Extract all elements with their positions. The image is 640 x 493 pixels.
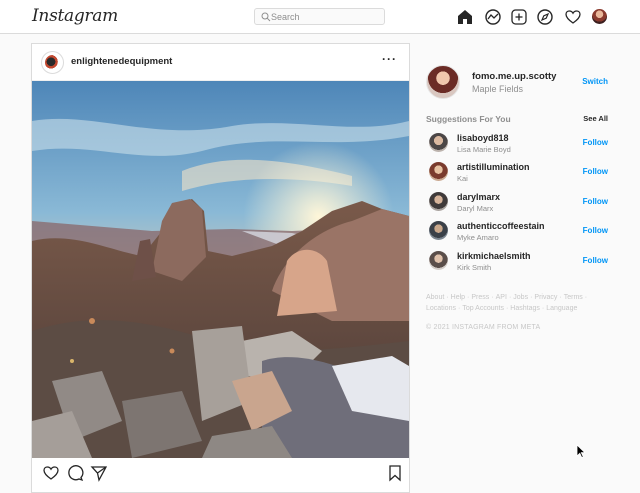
copyright-text: © 2021 INSTAGRAM FROM META — [426, 324, 541, 331]
footer-link[interactable]: API — [496, 294, 507, 301]
suggestion-item: darylmarx Daryl Marx Follow — [426, 189, 608, 215]
suggestion-username[interactable]: darylmarx — [457, 192, 500, 202]
search-box[interactable] — [254, 8, 385, 25]
suggestion-item: lisaboyd818 Lisa Marie Boyd Follow — [426, 130, 608, 156]
current-user-username[interactable]: fomo.me.up.scotty — [472, 71, 556, 82]
suggestion-item: kirkmichaelsmith Kirk Smith Follow — [426, 248, 608, 274]
suggestion-username[interactable]: lisaboyd818 — [457, 133, 509, 143]
suggestion-name: Daryl Marx — [457, 204, 494, 213]
footer-link[interactable]: Locations — [426, 305, 456, 312]
suggestion-username[interactable]: kirkmichaelsmith — [457, 251, 531, 261]
footer-link[interactable]: Hashtags — [510, 305, 540, 312]
compass-icon[interactable] — [536, 8, 554, 26]
post-header: enlightenedequipment ··· — [32, 44, 409, 81]
suggestion-name: Myke Amaro — [457, 233, 499, 242]
see-all-link[interactable]: See All — [583, 114, 608, 123]
footer-link[interactable]: Jobs — [513, 294, 528, 301]
suggestion-item: authenticcoffeestain Myke Amaro Follow — [426, 218, 608, 244]
mountain-sunset-photo — [32, 81, 409, 458]
new-post-icon[interactable] — [510, 8, 528, 26]
follow-button[interactable]: Follow — [583, 138, 608, 147]
follow-button[interactable]: Follow — [583, 197, 608, 206]
current-user-avatar[interactable] — [426, 65, 460, 99]
switch-account-button[interactable]: Switch — [582, 77, 608, 86]
post-image[interactable] — [32, 81, 409, 458]
suggestion-username[interactable]: artistillumination — [457, 162, 530, 172]
suggestion-avatar[interactable] — [429, 192, 448, 211]
suggestion-avatar[interactable] — [429, 133, 448, 152]
top-navigation-bar: Instagram — [0, 0, 640, 34]
footer-links: About · Help · Press · API · Jobs · Privacy · Terms ·… — [426, 294, 588, 312]
footer-link[interactable]: Press — [471, 294, 489, 301]
post-action-bar — [32, 464, 409, 484]
follow-button[interactable]: Follow — [583, 226, 608, 235]
footer-link[interactable]: Terms — [564, 294, 583, 301]
like-heart-icon[interactable] — [42, 464, 60, 482]
comment-icon[interactable] — [66, 464, 84, 482]
suggestion-avatar[interactable] — [429, 251, 448, 270]
suggestion-username[interactable]: authenticcoffeestain — [457, 221, 545, 231]
profile-avatar[interactable] — [592, 9, 607, 24]
suggestions-heading: Suggestions For You — [426, 114, 511, 124]
post-author-username[interactable]: enlightenedequipment — [71, 56, 172, 67]
footer-link[interactable]: Help — [451, 294, 465, 301]
footer-link[interactable]: Top Accounts — [462, 305, 504, 312]
share-icon[interactable] — [90, 464, 108, 482]
home-icon[interactable] — [456, 8, 474, 26]
footer-link[interactable]: Privacy — [534, 294, 557, 301]
follow-button[interactable]: Follow — [583, 256, 608, 265]
more-options-icon[interactable]: ··· — [382, 52, 397, 66]
instagram-logo[interactable]: Instagram — [32, 6, 118, 26]
explore-icon[interactable] — [484, 8, 502, 26]
mouse-cursor-icon — [576, 444, 586, 458]
suggestion-name: Kirk Smith — [457, 263, 492, 272]
footer-link[interactable]: Language — [546, 305, 577, 312]
suggestion-avatar[interactable] — [429, 221, 448, 240]
follow-button[interactable]: Follow — [583, 167, 608, 176]
bookmark-icon[interactable] — [386, 464, 404, 482]
heart-icon[interactable] — [564, 8, 582, 26]
current-user-name: Maple Fields — [472, 84, 524, 94]
suggestion-name: Lisa Marie Boyd — [457, 145, 511, 154]
post-author-avatar[interactable] — [41, 51, 64, 74]
suggestion-name: Kai — [457, 174, 468, 183]
suggestion-avatar[interactable] — [429, 162, 448, 181]
suggestion-item: artistillumination Kai Follow — [426, 159, 608, 185]
footer-link[interactable]: About — [426, 294, 444, 301]
feed-post: enlightenedequipment ··· — [31, 43, 410, 493]
search-input[interactable] — [271, 10, 381, 23]
search-icon — [261, 12, 271, 22]
